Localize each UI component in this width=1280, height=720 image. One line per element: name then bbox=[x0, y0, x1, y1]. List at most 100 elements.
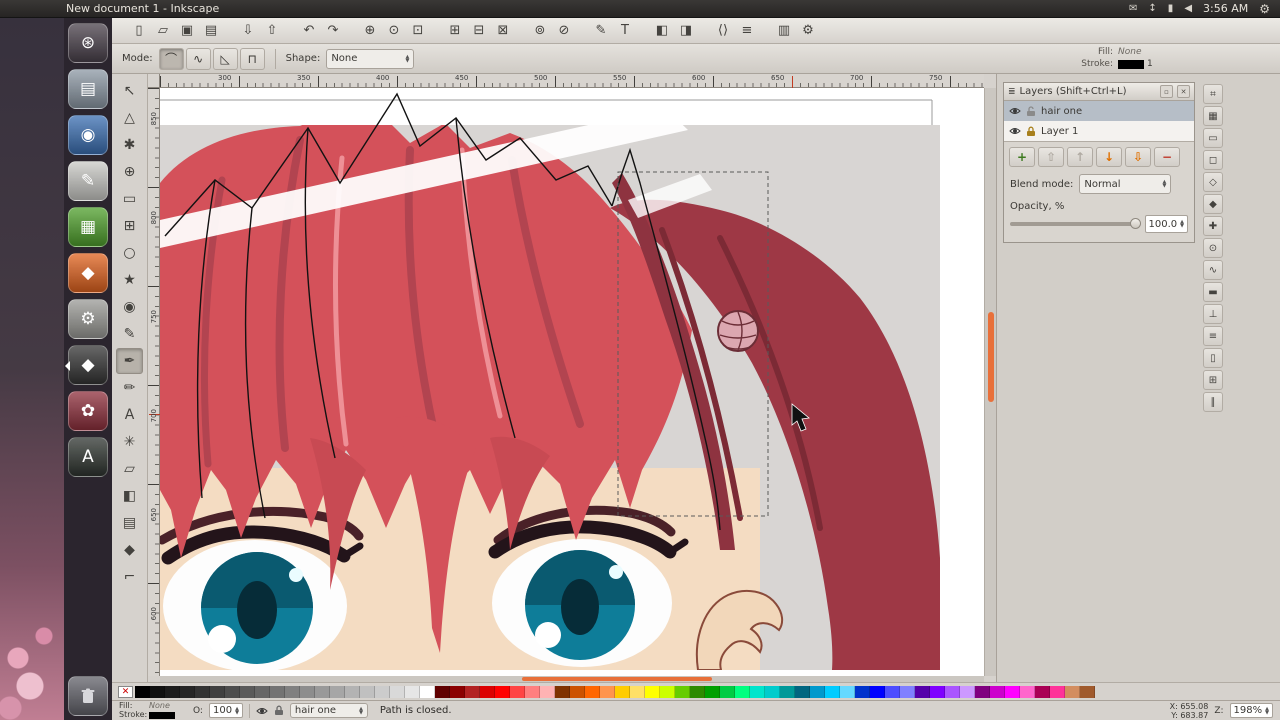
palette-swatch[interactable] bbox=[285, 686, 300, 698]
palette-swatch[interactable] bbox=[570, 686, 585, 698]
palette-swatch[interactable] bbox=[135, 686, 150, 698]
palette-swatch[interactable] bbox=[165, 686, 180, 698]
pencil-tool[interactable]: ✎ bbox=[116, 321, 143, 347]
eraser-tool[interactable]: ▱ bbox=[116, 456, 143, 482]
vertical-ruler[interactable]: 850800750700650600 bbox=[148, 88, 160, 676]
horizontal-ruler[interactable]: 300350400450500550600650700750 bbox=[160, 74, 984, 88]
snap-cusp-nodes-button[interactable]: ⊙ bbox=[1203, 238, 1223, 258]
palette-swatch[interactable] bbox=[630, 686, 645, 698]
palette-swatch[interactable] bbox=[870, 686, 885, 698]
raise-layer-button[interactable]: ↑ bbox=[1067, 147, 1093, 167]
palette-swatch[interactable] bbox=[735, 686, 750, 698]
selector-tool[interactable]: ↖ bbox=[116, 78, 143, 104]
palette-swatch[interactable] bbox=[525, 686, 540, 698]
snap-smooth-nodes-button[interactable]: ∿ bbox=[1203, 260, 1223, 280]
object-opacity-spinner[interactable]: 100 ▲▼ bbox=[209, 703, 243, 718]
palette-swatch[interactable] bbox=[930, 686, 945, 698]
raise-to-top-button[interactable]: ⇧ bbox=[1038, 147, 1064, 167]
spray-tool[interactable]: ✳ bbox=[116, 429, 143, 455]
palette-swatch[interactable] bbox=[975, 686, 990, 698]
paint-bucket-tool[interactable]: ◧ bbox=[116, 483, 143, 509]
screenshot-app-launcher[interactable]: A bbox=[68, 437, 108, 477]
palette-swatch[interactable] bbox=[810, 686, 825, 698]
vertical-scroll-thumb[interactable] bbox=[988, 312, 994, 402]
layer-visibility-toggle[interactable] bbox=[1009, 106, 1021, 116]
zoom-spinner[interactable]: 198% ▲▼ bbox=[1230, 703, 1273, 718]
file-manager-launcher[interactable]: ▤ bbox=[68, 69, 108, 109]
palette-swatch[interactable] bbox=[510, 686, 525, 698]
xml-editor-button[interactable]: ⟨⟩ bbox=[712, 20, 734, 42]
palette-swatch[interactable] bbox=[150, 686, 165, 698]
palette-swatch[interactable] bbox=[255, 686, 270, 698]
firefox-launcher[interactable]: ◉ bbox=[68, 115, 108, 155]
palette-swatch[interactable] bbox=[960, 686, 975, 698]
palette-swatch[interactable] bbox=[465, 686, 480, 698]
opacity-spinbox[interactable]: 100.0 ▲▼ bbox=[1145, 215, 1189, 233]
palette-swatch[interactable] bbox=[840, 686, 855, 698]
opacity-slider-handle[interactable] bbox=[1130, 218, 1141, 229]
palette-swatch[interactable] bbox=[315, 686, 330, 698]
fill-value[interactable]: None bbox=[1118, 47, 1196, 57]
mode-regular-bezier-button[interactable]: ⌒ bbox=[159, 48, 184, 70]
mode-spiro-button[interactable]: ∿ bbox=[186, 48, 211, 70]
print-document-button[interactable]: ▤ bbox=[200, 20, 222, 42]
layer-lock-toggle[interactable] bbox=[274, 705, 284, 716]
palette-swatch[interactable] bbox=[240, 686, 255, 698]
open-document-button[interactable]: ▱ bbox=[152, 20, 174, 42]
new-layer-button[interactable]: + bbox=[1009, 147, 1035, 167]
mode-straight-segments-button[interactable]: ◺ bbox=[213, 48, 238, 70]
lower-to-bottom-button[interactable]: ⇩ bbox=[1125, 147, 1151, 167]
palette-swatch[interactable] bbox=[990, 686, 1005, 698]
palette-swatch[interactable] bbox=[645, 686, 660, 698]
spin-arrows-icon[interactable]: ▲▼ bbox=[1180, 220, 1184, 228]
text-dialog-button[interactable]: T bbox=[614, 20, 636, 42]
palette-swatch[interactable] bbox=[615, 686, 630, 698]
palette-swatch[interactable] bbox=[225, 686, 240, 698]
palette-swatch[interactable] bbox=[480, 686, 495, 698]
inkscape-launcher[interactable]: ◆ bbox=[68, 345, 108, 385]
palette-swatch[interactable] bbox=[450, 686, 465, 698]
layer-row[interactable]: hair one bbox=[1004, 101, 1194, 121]
palette-swatch[interactable] bbox=[675, 686, 690, 698]
dash-home-launcher[interactable]: ⊛ bbox=[68, 23, 108, 63]
palette-swatch[interactable] bbox=[780, 686, 795, 698]
duplicate-button[interactable]: ⊠ bbox=[492, 20, 514, 42]
snap-paths-button[interactable]: ◆ bbox=[1203, 194, 1223, 214]
palette-swatch[interactable] bbox=[555, 686, 570, 698]
palette-swatch[interactable] bbox=[825, 686, 840, 698]
snap-nodes-button[interactable]: ◇ bbox=[1203, 172, 1223, 192]
zoom-to-selection-button[interactable]: ⊕ bbox=[359, 20, 381, 42]
snap-enable-button[interactable]: ⌗ bbox=[1203, 84, 1223, 104]
system-settings-launcher[interactable]: ⚙ bbox=[68, 299, 108, 339]
snap-midpoints-button[interactable]: ▬ bbox=[1203, 282, 1223, 302]
ungroup-button[interactable]: ◨ bbox=[675, 20, 697, 42]
palette-swatch[interactable] bbox=[765, 686, 780, 698]
palette-swatch[interactable] bbox=[585, 686, 600, 698]
palette-swatch[interactable] bbox=[420, 686, 435, 698]
paste-button[interactable]: ⊟ bbox=[468, 20, 490, 42]
spiral-tool[interactable]: ◉ bbox=[116, 294, 143, 320]
spin-arrows-icon[interactable]: ▲▼ bbox=[235, 707, 239, 715]
canvas[interactable] bbox=[160, 88, 984, 676]
close-dialog-button[interactable]: ✕ bbox=[1177, 85, 1190, 98]
snap-bbox-corners-button[interactable]: ◻ bbox=[1203, 150, 1223, 170]
delete-layer-button[interactable]: − bbox=[1154, 147, 1180, 167]
opacity-slider[interactable] bbox=[1010, 222, 1139, 226]
text-editor-launcher[interactable]: ✎ bbox=[68, 161, 108, 201]
battery-indicator[interactable]: ▮ bbox=[1168, 3, 1174, 14]
palette-swatch[interactable] bbox=[1080, 686, 1095, 698]
export-bitmap-button[interactable]: ⇧ bbox=[261, 20, 283, 42]
palette-swatch[interactable] bbox=[195, 686, 210, 698]
layer-lock-toggle[interactable] bbox=[1026, 126, 1036, 137]
layer-row[interactable]: Layer 1 bbox=[1004, 121, 1194, 141]
zoom-to-page-button[interactable]: ⊡ bbox=[407, 20, 429, 42]
palette-swatch[interactable] bbox=[360, 686, 375, 698]
unlink-clone-button[interactable]: ⊘ bbox=[553, 20, 575, 42]
gradient-tool[interactable]: ▤ bbox=[116, 510, 143, 536]
palette-swatch[interactable] bbox=[915, 686, 930, 698]
palette-swatch[interactable] bbox=[405, 686, 420, 698]
align-and-distribute-button[interactable]: ≡ bbox=[736, 20, 758, 42]
palette-swatch[interactable] bbox=[180, 686, 195, 698]
layer-lock-toggle[interactable] bbox=[1026, 106, 1036, 117]
rectangle-tool[interactable]: ▭ bbox=[116, 186, 143, 212]
